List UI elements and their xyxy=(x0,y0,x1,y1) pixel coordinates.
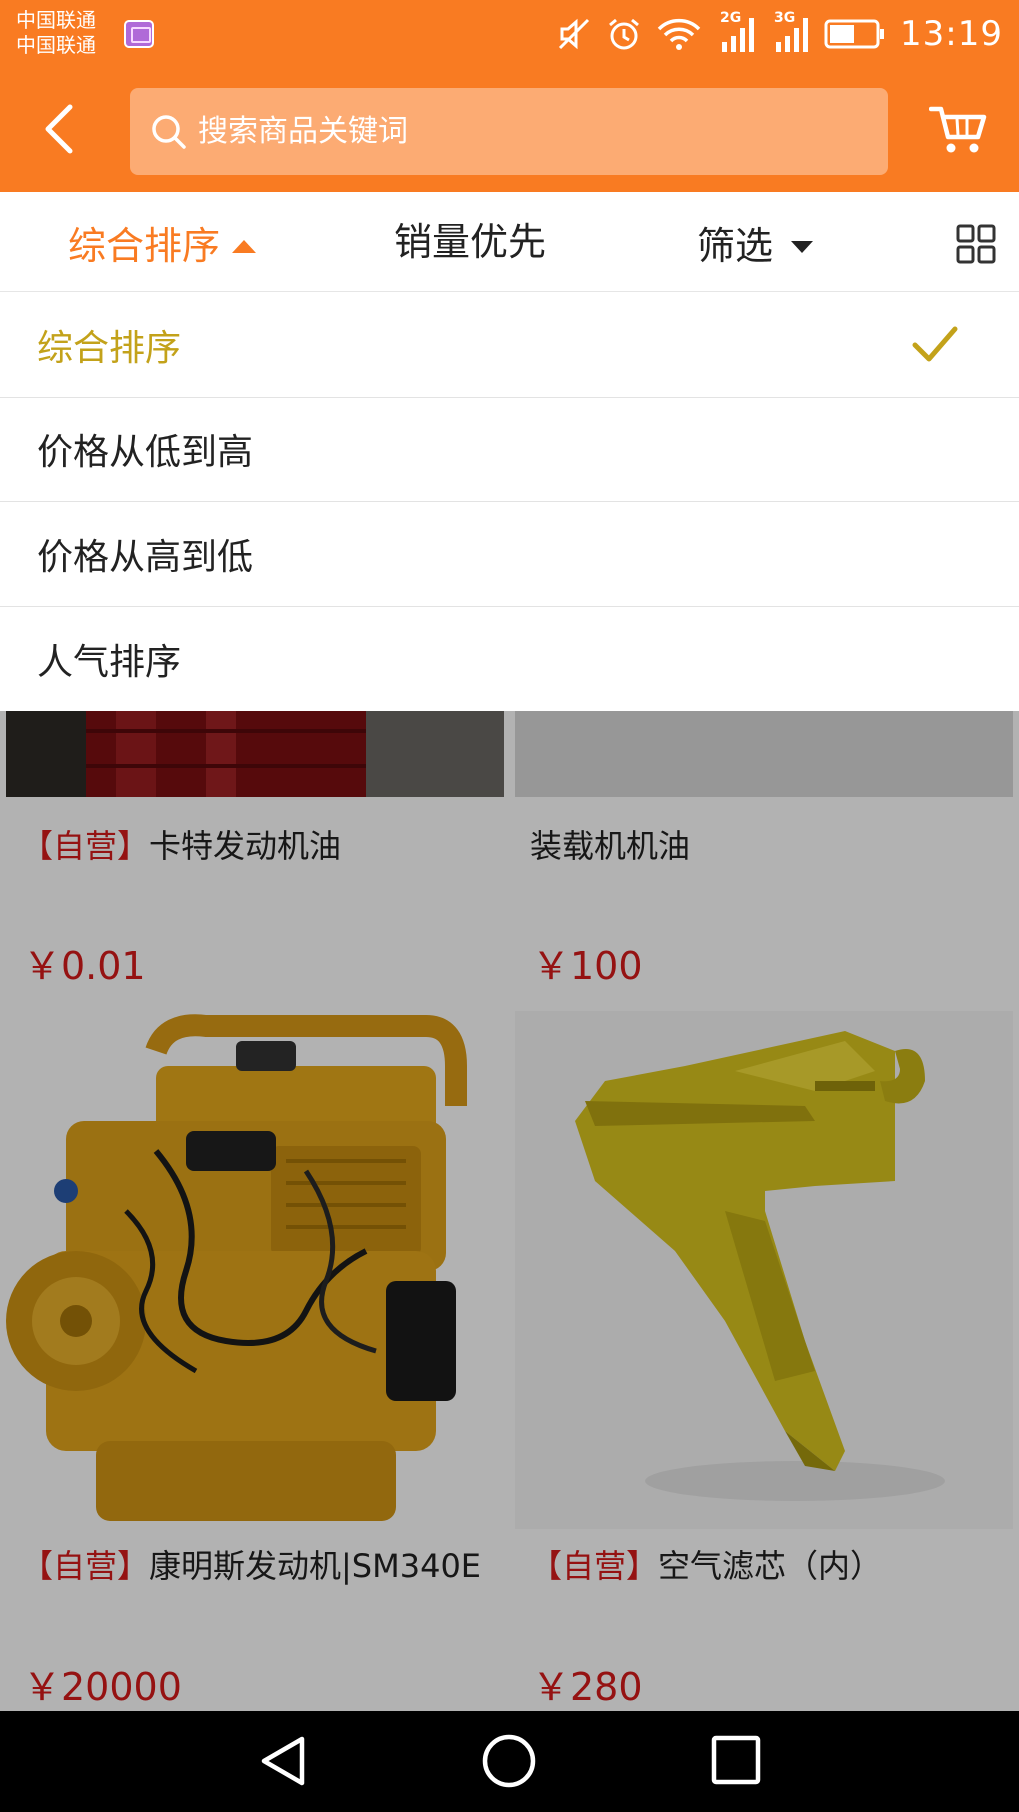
sort-dropdown: 综合排序 价格从低到高 价格从高到低 人气排序 xyxy=(0,293,1019,711)
cart-icon[interactable] xyxy=(929,103,987,155)
carrier-1: 中国联通 xyxy=(16,8,96,32)
tab-filter[interactable]: 筛选 xyxy=(697,216,814,268)
sort-option-popularity[interactable]: 人气排序 xyxy=(0,607,1019,712)
sort-option-comprehensive[interactable]: 综合排序 xyxy=(0,293,1019,398)
sort-option-price-asc[interactable]: 价格从低到高 xyxy=(0,398,1019,502)
search-bar[interactable] xyxy=(130,88,888,175)
tab-sales-label: 销量优先 xyxy=(394,219,547,264)
sort-option-label: 价格从高到低 xyxy=(37,536,254,578)
network-type-2: 3G xyxy=(774,10,796,26)
sort-option-label: 人气排序 xyxy=(37,641,182,683)
tab-sales-first[interactable]: 销量优先 xyxy=(394,212,546,264)
alarm-icon xyxy=(609,18,639,50)
caret-down-icon xyxy=(791,241,814,253)
nav-home-icon[interactable] xyxy=(481,1733,537,1789)
check-icon xyxy=(912,326,958,362)
clock: 13:19 xyxy=(900,14,1003,54)
battery-icon xyxy=(824,19,885,49)
gallery-notification-icon xyxy=(124,20,154,48)
tab-comprehensive-label: 综合排序 xyxy=(68,223,221,268)
nav-recents-icon[interactable] xyxy=(709,1733,765,1789)
carrier-labels: 中国联通 中国联通 xyxy=(16,8,96,58)
signal-2g: 2G xyxy=(716,10,756,54)
status-bar: 中国联通 中国联通 2G 3G 13:19 xyxy=(0,0,1019,67)
wifi-icon xyxy=(657,18,701,50)
signal-3g: 3G xyxy=(770,10,810,54)
dropdown-backdrop[interactable] xyxy=(0,711,1019,1711)
system-navigation-bar xyxy=(0,1711,1019,1812)
sort-option-price-desc[interactable]: 价格从高到低 xyxy=(0,502,1019,607)
nav-back-icon[interactable] xyxy=(254,1733,310,1789)
tab-comprehensive-sort[interactable]: 综合排序 xyxy=(68,216,257,268)
carrier-2: 中国联通 xyxy=(16,33,96,57)
back-arrow-icon[interactable] xyxy=(34,97,84,161)
caret-up-icon xyxy=(232,239,257,253)
tab-filter-label: 筛选 xyxy=(697,223,774,268)
header xyxy=(0,67,1019,192)
sort-option-label: 价格从低到高 xyxy=(37,432,254,474)
sort-bar: 综合排序 销量优先 筛选 xyxy=(0,192,1019,292)
search-icon xyxy=(152,114,186,149)
sort-option-label: 综合排序 xyxy=(37,327,182,369)
mute-icon xyxy=(558,18,590,50)
status-icons: 2G 3G 13:19 xyxy=(556,8,1003,60)
grid-view-icon[interactable] xyxy=(956,224,996,264)
network-type-1: 2G xyxy=(720,10,742,26)
search-input[interactable] xyxy=(198,114,838,149)
